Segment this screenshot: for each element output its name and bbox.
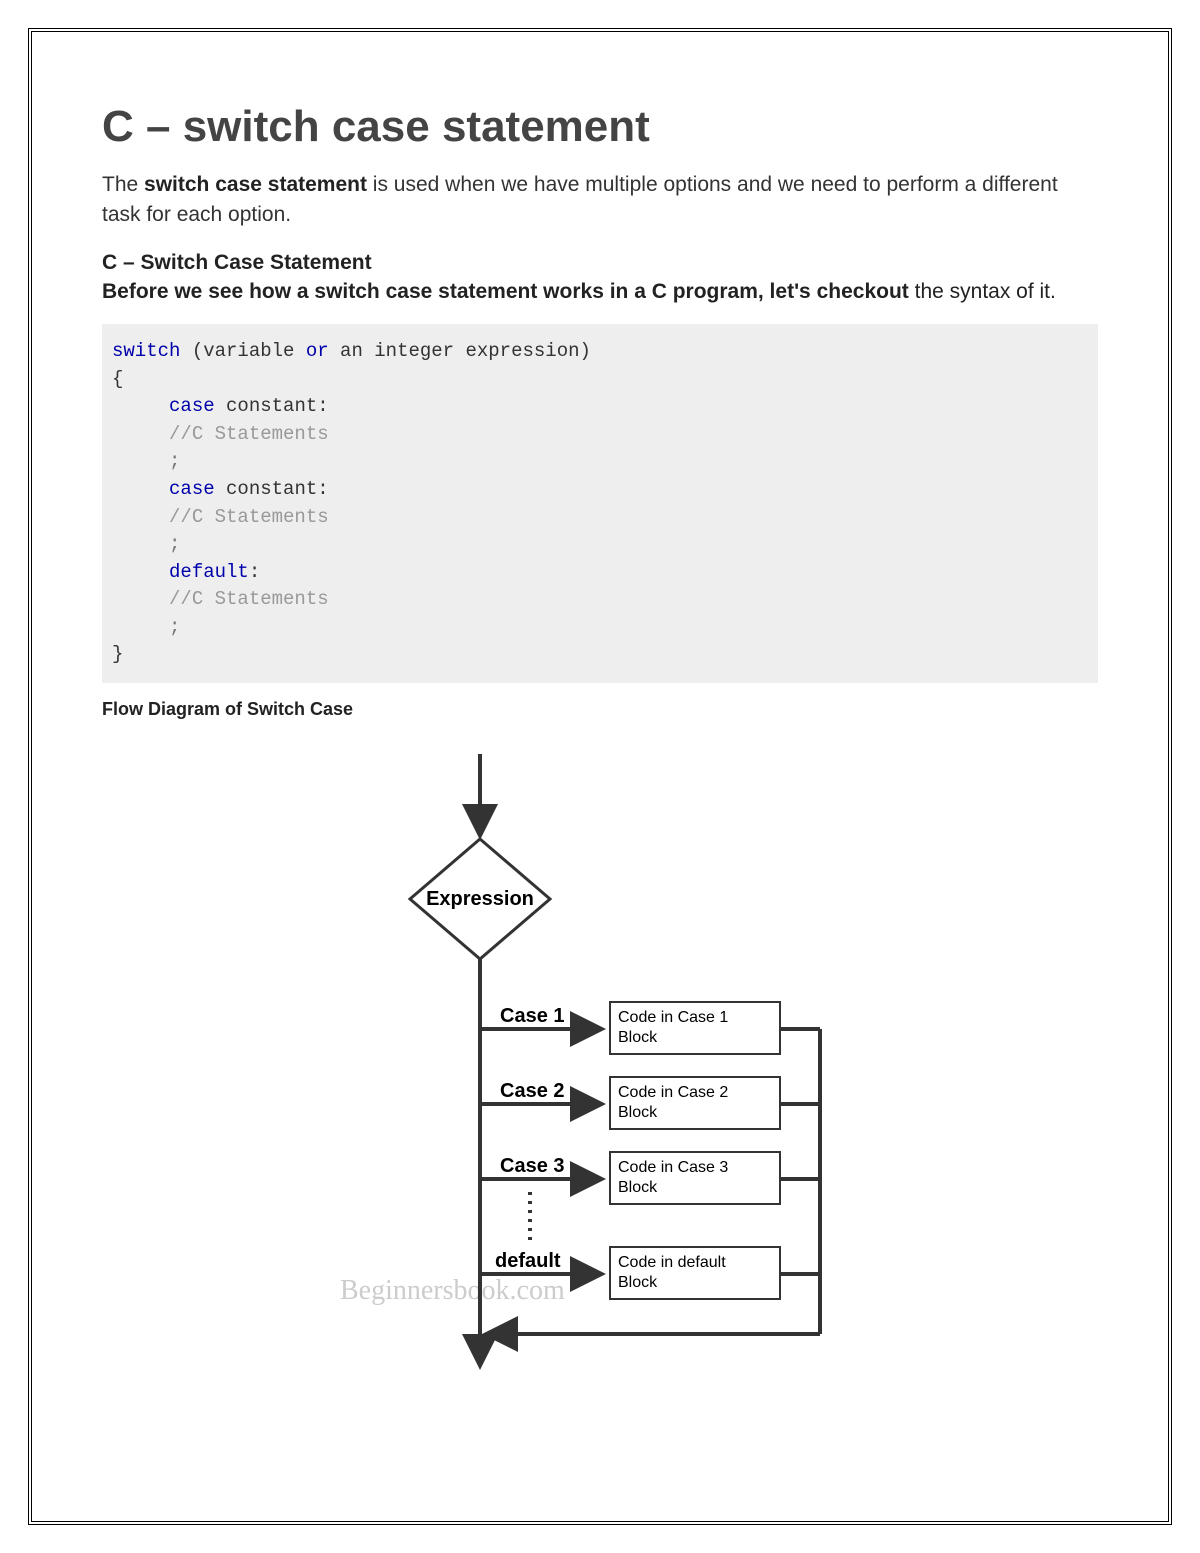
- code-comment: //C Statements: [169, 588, 329, 610]
- code-comment: //C Statements: [169, 423, 329, 445]
- kw-default: default: [169, 561, 249, 583]
- code-indent: [112, 506, 169, 528]
- lead-bold: Before we see how a switch case statemen…: [102, 280, 909, 303]
- diagram-watermark: Beginnersbook.com: [340, 1275, 565, 1306]
- case-block-line2-2: Block: [618, 1104, 658, 1121]
- code-indent: [112, 561, 169, 583]
- code-indent: [112, 533, 169, 555]
- case-block-line1-2: Code in Case 2: [618, 1084, 728, 1101]
- code-brace: {: [112, 368, 123, 390]
- lead-paragraph: Before we see how a switch case statemen…: [102, 277, 1098, 306]
- code-text: constant:: [215, 478, 329, 500]
- code-indent: [112, 395, 169, 417]
- case-label-4: default: [495, 1250, 561, 1272]
- kw-case: case: [169, 478, 215, 500]
- lead-rest: the syntax of it.: [909, 280, 1056, 303]
- code-text: :: [249, 561, 260, 583]
- code-semicolon: ;: [169, 533, 180, 555]
- flow-diagram-title: Flow Diagram of Switch Case: [102, 699, 1098, 720]
- kw-switch: switch: [112, 340, 180, 362]
- case-block-line1-4: Code in default: [618, 1254, 726, 1271]
- intro-bold: switch case statement: [144, 173, 367, 196]
- code-indent: [112, 616, 169, 638]
- code-comment: //C Statements: [169, 506, 329, 528]
- switch-flow-diagram: Beginnersbook.com Expression Case 1: [300, 744, 900, 1384]
- case-label-2: Case 2: [500, 1080, 565, 1102]
- code-text: constant:: [215, 395, 329, 417]
- case-label-3: Case 3: [500, 1155, 565, 1177]
- code-brace: }: [112, 643, 123, 665]
- code-indent: [112, 423, 169, 445]
- page-border: C – switch case statement The switch cas…: [28, 28, 1172, 1525]
- intro-prefix: The: [102, 173, 144, 196]
- code-indent: [112, 478, 169, 500]
- code-text: an integer expression): [329, 340, 591, 362]
- case-block-line2-4: Block: [618, 1274, 658, 1291]
- case-block-line2-1: Block: [618, 1029, 658, 1046]
- code-block: switch (variable or an integer expressio…: [102, 324, 1098, 683]
- code-text: (variable: [180, 340, 305, 362]
- code-semicolon: ;: [169, 450, 180, 472]
- case-label-1: Case 1: [500, 1005, 565, 1027]
- diagram-container: Beginnersbook.com Expression Case 1: [102, 744, 1098, 1384]
- kw-case: case: [169, 395, 215, 417]
- code-indent: [112, 450, 169, 472]
- page: C – switch case statement The switch cas…: [0, 0, 1200, 1553]
- code-semicolon: ;: [169, 616, 180, 638]
- case-block-line1-1: Code in Case 1: [618, 1009, 728, 1026]
- diamond-label: Expression: [426, 888, 534, 910]
- case-block-line2-3: Block: [618, 1179, 658, 1196]
- page-title: C – switch case statement: [102, 102, 1098, 152]
- section-subtitle: C – Switch Case Statement: [102, 251, 1098, 275]
- kw-or: or: [306, 340, 329, 362]
- code-indent: [112, 588, 169, 610]
- case-block-line1-3: Code in Case 3: [618, 1159, 728, 1176]
- intro-paragraph: The switch case statement is used when w…: [102, 170, 1098, 231]
